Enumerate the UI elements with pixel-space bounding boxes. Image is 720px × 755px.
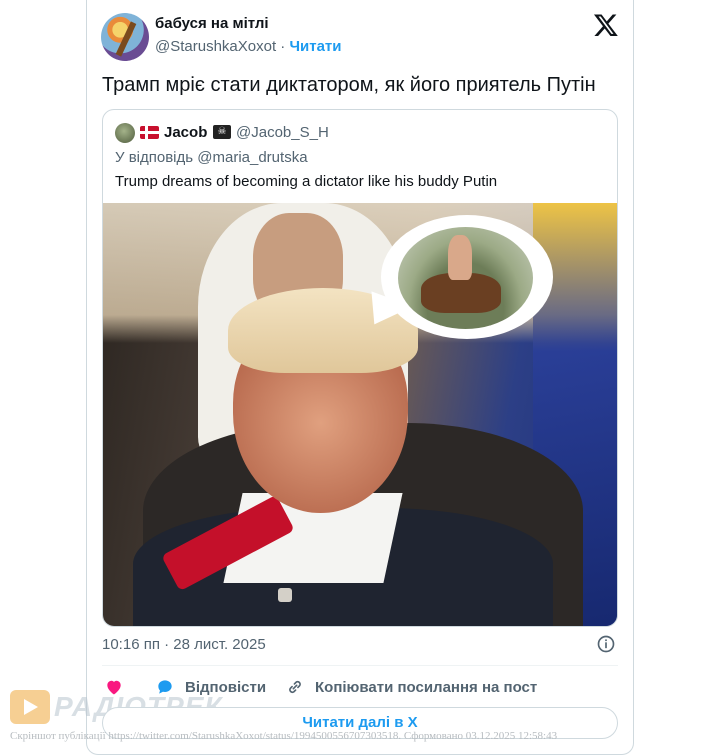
like-button[interactable] [104,675,134,699]
author-avatar[interactable] [101,13,149,61]
quote-author-handle: @Jacob_S_H [236,124,329,141]
author-handle[interactable]: @StarushkaXoxot [155,38,276,55]
reply-bubble-icon [158,680,172,694]
action-bar: Відповісти Копіювати посилання на пост [0,675,720,699]
quote-text: Trump dreams of becoming a dictator like… [115,173,498,190]
reply-prefix: У відповідь [115,149,194,166]
handle-separator: · [280,38,286,55]
copy-link-button[interactable]: Копіювати посилання на пост [285,675,537,699]
thought-bubble-rider [448,235,472,280]
reply-button[interactable]: Відповісти [155,675,266,699]
quote-media-image[interactable] [103,203,617,626]
copy-link-label: Копіювати посилання на пост [315,678,538,696]
quote-author-avatar [115,123,135,143]
watermark-caption: Скріншот публікації https://twitter.com/… [10,730,558,742]
quote-author-name: Jacob [164,124,208,141]
quote-reply-context: У відповідь @maria_drutska [115,149,308,166]
author-handle-line: @StarushkaXoxot · Читати [155,38,342,55]
tweet-timestamp[interactable]: 10:16 пп · 28 лист. 2025 [102,636,266,653]
heart-icon [107,680,121,695]
follow-button[interactable]: Читати [289,38,341,55]
tweet-text: Трамп мріє стати диктатором, як його при… [102,74,596,96]
divider [102,665,618,666]
reply-label: Відповісти [185,678,267,696]
reply-mention[interactable]: @maria_drutska [197,149,307,166]
pirate-flag-icon: ☠ [213,125,231,139]
author-name[interactable]: бабуся на мітлі [155,15,269,32]
info-icon[interactable] [596,634,616,654]
image-lapel-pin [278,588,292,602]
denmark-flag-icon [140,126,159,139]
quoted-tweet[interactable]: Jacob ☠ @Jacob_S_H У відповідь @maria_dr… [102,109,618,627]
x-logo-icon[interactable] [593,12,619,38]
link-icon [289,680,301,694]
